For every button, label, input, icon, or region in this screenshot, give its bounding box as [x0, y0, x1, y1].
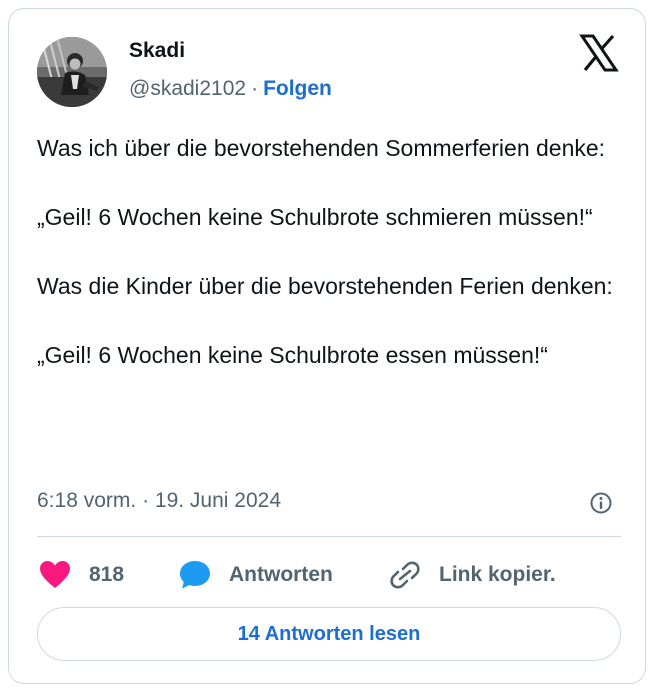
info-icon[interactable]: [589, 491, 613, 515]
author-handle-row: @skadi2102 · Folgen: [129, 77, 332, 101]
tweet-paragraph: Was ich über die bevorstehenden Sommerfe…: [37, 135, 606, 161]
copy-link-button[interactable]: Link kopier.: [389, 559, 556, 591]
speech-bubble-icon: [180, 561, 210, 589]
like-button[interactable]: 818: [39, 559, 124, 591]
timestamp-row[interactable]: 6:18 vorm. · 19. Juni 2024: [37, 489, 281, 513]
like-count: 818: [89, 563, 125, 586]
tweet-paragraph: „Geil! 6 Wochen keine Schulbrote essen m…: [37, 342, 548, 368]
divider: [37, 536, 621, 537]
tweet-date: 19. Juni 2024: [154, 489, 282, 512]
copy-link-label: Link kopier.: [439, 563, 556, 586]
profile-photo-icon: [37, 37, 107, 107]
reply-button[interactable]: Antworten: [179, 559, 333, 591]
tweet-card: Skadi @skadi2102 · Folgen Was ich über die…: [8, 8, 646, 684]
x-logo-icon[interactable]: [579, 33, 619, 73]
timestamp-separator: ·: [142, 489, 150, 512]
link-icon: [390, 561, 420, 589]
tweet-paragraph: „Geil! 6 Wochen keine Schulbrote schmier…: [37, 204, 593, 230]
follow-link[interactable]: Folgen: [263, 77, 332, 100]
read-replies-button[interactable]: 14 Antworten lesen: [37, 607, 621, 661]
author-handle[interactable]: @skadi2102: [129, 77, 246, 100]
tweet-paragraph: Was die Kinder über die bevorstehenden F…: [37, 273, 613, 299]
reply-label: Antworten: [229, 563, 333, 586]
tweet-time: 6:18 vorm.: [37, 489, 137, 512]
author-name[interactable]: Skadi: [129, 39, 185, 63]
read-replies-label: 14 Antworten lesen: [237, 622, 421, 645]
heart-icon: [40, 561, 70, 588]
avatar[interactable]: [37, 37, 107, 107]
tweet-text: Was ich über die bevorstehenden Sommerfe…: [37, 131, 627, 373]
handle-separator: ·: [251, 77, 259, 100]
